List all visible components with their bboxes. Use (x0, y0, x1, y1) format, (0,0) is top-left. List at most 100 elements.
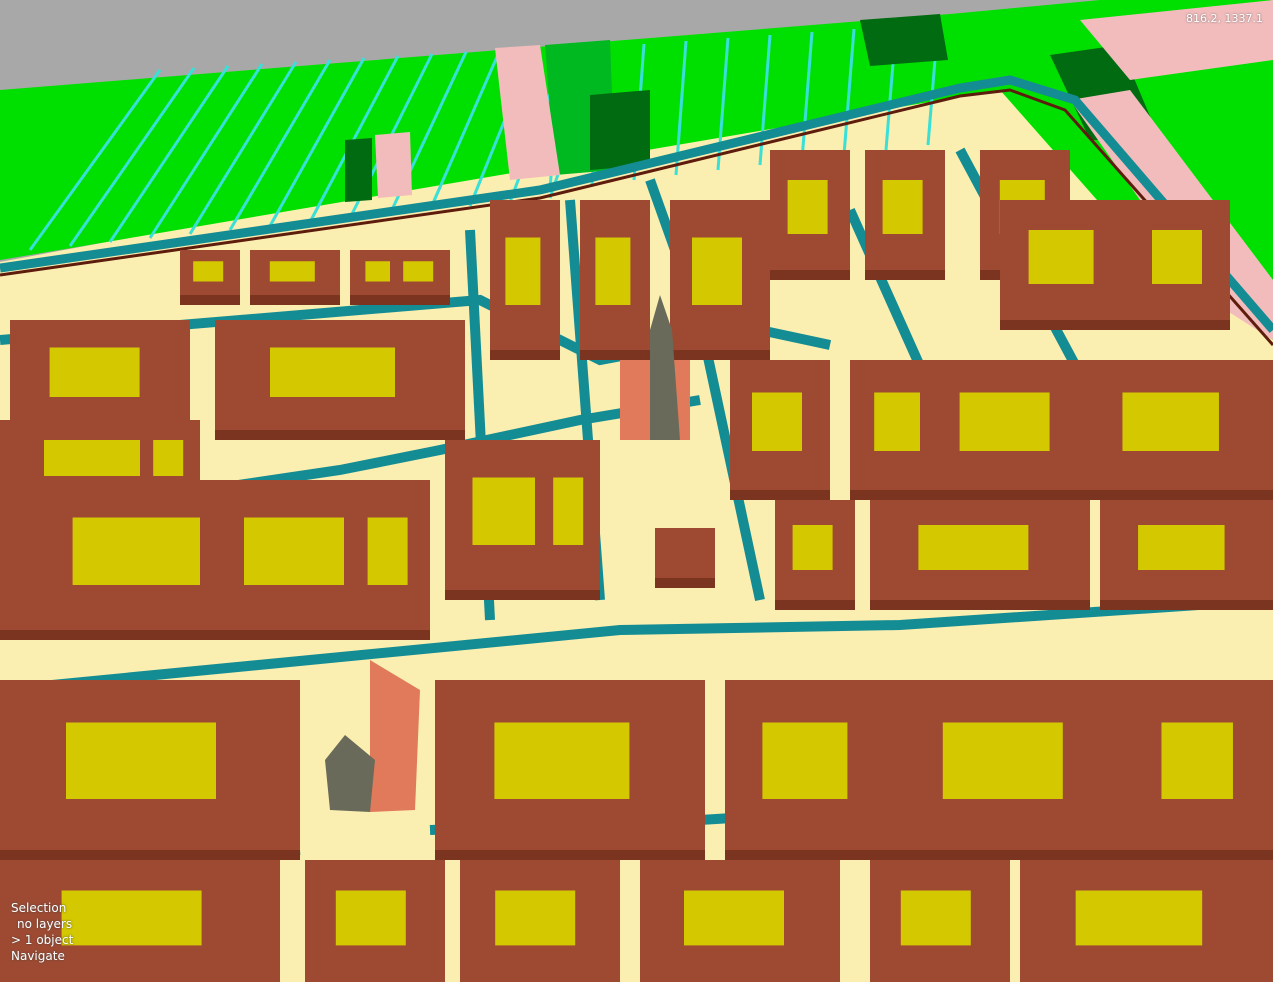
building-block[interactable] (640, 860, 840, 982)
block-courtyard (918, 525, 1029, 570)
block-side (350, 630, 430, 640)
building-block[interactable] (770, 150, 850, 280)
block-courtyard (44, 440, 144, 476)
building-block[interactable] (870, 500, 1090, 610)
block-courtyard (1138, 525, 1225, 570)
map-viewport[interactable]: 816.2, 1337.1 Selection no layers > 1 ob… (0, 0, 1273, 982)
block-courtyard (495, 890, 576, 946)
square-roof (655, 528, 715, 578)
building-block[interactable] (390, 250, 450, 305)
block-side (670, 350, 770, 360)
block-courtyard (787, 180, 828, 234)
city-3d-scene[interactable] (0, 0, 1273, 982)
square-side (655, 578, 715, 588)
block-side (870, 600, 1090, 610)
building-block[interactable] (1000, 200, 1130, 330)
status-objects: > 1 object (11, 933, 74, 947)
building-block[interactable] (1080, 360, 1273, 500)
block-courtyard (403, 261, 434, 282)
status-mode: Navigate (11, 949, 65, 963)
block-side (1100, 600, 1273, 610)
field-patch (860, 14, 948, 66)
block-side (730, 490, 830, 500)
block-side (0, 850, 300, 860)
block-courtyard (472, 477, 535, 545)
block-courtyard (244, 517, 344, 585)
block-side (1080, 490, 1273, 500)
block-side (540, 590, 600, 600)
building-block[interactable] (350, 480, 430, 640)
status-selection: Selection (11, 901, 67, 915)
building-block[interactable] (435, 680, 705, 860)
block-side (390, 295, 450, 305)
block-courtyard (270, 347, 395, 397)
block-courtyard (692, 237, 742, 305)
building-block[interactable] (460, 860, 620, 982)
status-layers: no layers (17, 917, 73, 931)
block-courtyard (959, 392, 1050, 451)
block-courtyard (61, 890, 202, 946)
block-courtyard (269, 261, 315, 282)
building-block[interactable] (490, 200, 560, 360)
block-courtyard (335, 890, 406, 946)
block-side (770, 270, 850, 280)
block-side (580, 350, 650, 360)
square-building[interactable] (655, 528, 715, 588)
block-courtyard (505, 237, 541, 305)
building-block[interactable] (250, 250, 340, 305)
block-courtyard (49, 347, 140, 397)
coordinate-readout: 816.2, 1337.1 (1186, 12, 1263, 25)
block-courtyard (882, 180, 923, 234)
block-courtyard (1028, 230, 1094, 284)
building-block[interactable] (180, 250, 240, 305)
block-courtyard (367, 517, 408, 585)
block-courtyard (193, 261, 224, 282)
block-side (215, 430, 465, 440)
block-side (890, 850, 1130, 860)
block-side (180, 295, 240, 305)
block-courtyard (553, 477, 584, 545)
building-block[interactable] (0, 680, 300, 860)
block-side (1000, 320, 1130, 330)
building-block[interactable] (865, 150, 945, 280)
building-block[interactable] (580, 200, 650, 360)
building-block[interactable] (540, 440, 600, 600)
block-side (250, 295, 340, 305)
block-courtyard (1122, 392, 1219, 451)
block-side (490, 350, 560, 360)
building-block[interactable] (1020, 860, 1273, 982)
block-courtyard (752, 392, 802, 451)
building-block[interactable] (730, 360, 830, 500)
building-block[interactable] (775, 500, 855, 610)
building-block[interactable] (670, 200, 770, 360)
building-block[interactable] (1100, 500, 1273, 610)
building-block[interactable] (890, 680, 1130, 860)
block-courtyard (1161, 722, 1233, 799)
block-courtyard (684, 890, 784, 946)
block-courtyard (494, 722, 630, 799)
block-courtyard (1075, 890, 1203, 946)
building-block[interactable] (920, 360, 1100, 500)
block-courtyard (942, 722, 1063, 799)
block-side (725, 850, 895, 860)
building-block[interactable] (1130, 680, 1273, 860)
block-courtyard (153, 440, 184, 476)
block-side (1130, 850, 1273, 860)
building-block[interactable] (215, 320, 465, 440)
field-patch (590, 90, 650, 170)
building-block[interactable] (870, 860, 1010, 982)
block-side (1130, 320, 1230, 330)
block-courtyard (762, 722, 848, 799)
block-courtyard (66, 722, 216, 799)
building-block[interactable] (725, 680, 895, 860)
building-block[interactable] (1130, 200, 1230, 330)
block-courtyard (900, 890, 971, 946)
block-side (775, 600, 855, 610)
building-block[interactable] (305, 860, 445, 982)
block-courtyard (595, 237, 631, 305)
pasture-strip (375, 132, 412, 198)
field-patch (345, 138, 372, 202)
block-side (435, 850, 705, 860)
block-courtyard (792, 525, 833, 570)
block-side (865, 270, 945, 280)
